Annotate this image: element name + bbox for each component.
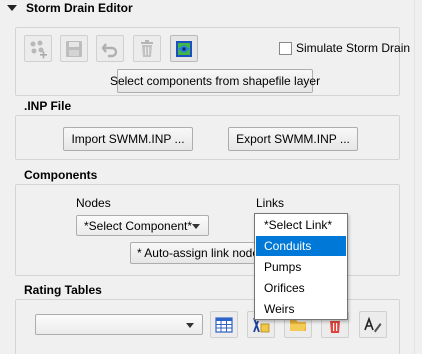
delete-icon <box>141 39 153 57</box>
rename-icon <box>364 316 382 332</box>
table-icon <box>215 316 233 333</box>
links-option-pumps[interactable]: Pumps <box>256 257 346 277</box>
import-swmm-inp-button[interactable]: Import SWMM.INP ... <box>63 127 193 151</box>
panel-scrollbar[interactable] <box>414 0 422 354</box>
schematize-button[interactable] <box>170 35 198 62</box>
open-table-button[interactable] <box>210 311 238 338</box>
add-points-icon <box>30 40 47 58</box>
links-option-conduits[interactable]: Conduits <box>256 236 346 256</box>
storm-drain-editor-panel: Storm Drain Editor Simulate Storm Drain … <box>0 0 422 354</box>
save-icon <box>66 40 82 57</box>
delete-button[interactable] <box>133 35 161 62</box>
chevron-down-icon <box>186 323 194 328</box>
rating-tables-title: Rating Tables <box>24 283 102 297</box>
save-button[interactable] <box>60 35 88 62</box>
nodes-label: Nodes <box>76 196 111 210</box>
simulate-storm-drain-label: Simulate Storm Drain <box>296 41 411 55</box>
panel-header[interactable]: Storm Drain Editor <box>0 0 414 18</box>
links-dropdown[interactable]: *Select Link* Conduits Pumps Orifices We… <box>254 213 348 320</box>
links-dropdown-current[interactable]: *Select Link* <box>256 215 346 235</box>
links-option-orifices[interactable]: Orifices <box>256 278 346 298</box>
select-components-button[interactable]: Select components from shapefile layer <box>110 69 320 93</box>
nodes-combo-value: *Select Component* <box>84 218 193 233</box>
toolbar-group: Simulate Storm Drain Select components f… <box>15 27 410 96</box>
schematize-icon <box>176 40 192 57</box>
inp-file-title: .INP File <box>24 99 72 113</box>
nodes-combo[interactable]: *Select Component* <box>76 215 209 236</box>
panel-title: Storm Drain Editor <box>26 1 133 15</box>
rating-table-combo[interactable] <box>35 314 203 335</box>
components-title: Components <box>24 168 98 182</box>
rename-rating-table-button[interactable] <box>359 311 387 338</box>
undo-button[interactable] <box>96 35 124 62</box>
collapse-arrow-icon[interactable] <box>7 5 17 11</box>
export-swmm-inp-button[interactable]: Export SWMM.INP ... <box>228 127 358 151</box>
links-label: Links <box>256 196 285 210</box>
links-option-weirs[interactable]: Weirs <box>256 299 346 319</box>
inp-file-group: Import SWMM.INP ... Export SWMM.INP ... <box>15 115 400 160</box>
simulate-storm-drain-checkbox[interactable] <box>279 42 292 55</box>
add-points-button[interactable] <box>24 35 52 62</box>
undo-icon <box>101 42 118 57</box>
chevron-down-icon <box>192 224 200 229</box>
